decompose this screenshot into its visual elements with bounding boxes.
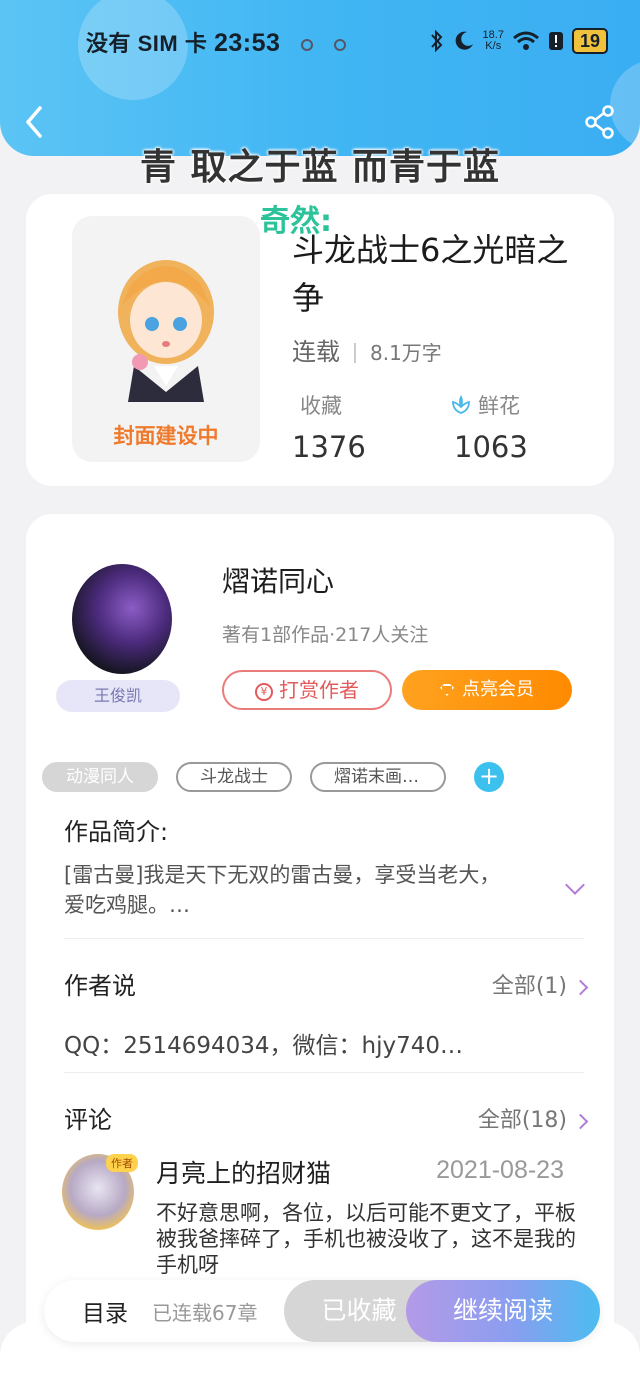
bluetooth-icon <box>430 29 442 53</box>
tag-item[interactable]: 斗龙战士 <box>176 762 292 792</box>
chevron-right-icon <box>572 979 589 995</box>
chevron-right-icon <box>572 1113 589 1129</box>
intro-title: 作品简介: <box>64 818 169 846</box>
comment-text[interactable]: 不好意思啊，各位，以后可能不更文了，平板被我爸摔碎了，手机也被没收了，这不是我的… <box>156 1200 576 1278</box>
detail-card: 王俊凯 熠诺同心 著有1部作品·217人关注 ¥ 打赏作者 点亮会员 动漫同人 斗… <box>26 514 614 1387</box>
book-title: 斗龙战士6之光暗之争 <box>292 231 569 317</box>
cover-illustration <box>118 260 214 402</box>
tag-item[interactable]: 动漫同人 <box>42 762 158 792</box>
author-says-title: 作者说 <box>64 972 136 1000</box>
serial-status: 连载 <box>292 338 340 366</box>
status-bar: 没有 SIM 卡 23:53 18.7 K/s 19 <box>0 22 640 62</box>
net-speed-unit: K/s <box>485 40 502 52</box>
flowers-stat[interactable]: 鲜花 <box>450 390 520 420</box>
floating-overlay-subtext: 奇然: <box>260 204 332 239</box>
carrier-text: 没有 SIM 卡 <box>86 31 208 56</box>
flowers-count: 1063 <box>454 430 528 464</box>
author-avatar[interactable] <box>72 564 172 674</box>
commenter-badge: 作者 <box>106 1154 138 1172</box>
author-name[interactable]: 熠诺同心 <box>222 560 334 600</box>
favorites-count: 1376 <box>292 430 366 464</box>
expand-chevron-icon[interactable] <box>565 875 585 895</box>
favorites-label: 收藏 <box>300 394 342 418</box>
comments-all-link[interactable]: 全部(18) <box>477 1102 589 1134</box>
diamond-icon <box>440 684 454 696</box>
author-badge: 王俊凯 <box>56 680 180 712</box>
battery-icon: 19 <box>571 28 608 54</box>
author-says-text: QQ：2514694034，微信：hjy740… <box>64 1033 464 1059</box>
sync-icon <box>301 39 314 52</box>
divider <box>64 938 584 939</box>
cover-placeholder-text: 封面建设中 <box>113 424 219 448</box>
tag-list: 动漫同人 斗龙战士 熠诺末画… + <box>42 762 504 792</box>
net-speed: 18.7 K/s <box>483 30 504 52</box>
book-cover[interactable]: 封面建设中 <box>72 216 260 462</box>
tip-author-button[interactable]: ¥ 打赏作者 <box>222 670 392 710</box>
commenter-name[interactable]: 月亮上的招财猫 <box>156 1154 331 1190</box>
floating-overlay-text: 青 取之于蓝 而青于蓝 <box>139 147 501 188</box>
divider <box>64 1072 584 1073</box>
yen-icon: ¥ <box>255 682 273 701</box>
bottom-action-bar: 目录 已连载67章 已收藏 继续阅读 <box>44 1280 600 1342</box>
alert-icon <box>548 32 563 50</box>
add-tag-button[interactable]: + <box>474 762 504 792</box>
chapter-count: 已连载67章 <box>152 1301 258 1325</box>
flower-icon <box>452 394 470 414</box>
vip-button[interactable]: 点亮会员 <box>402 670 572 710</box>
comment-date: 2021-08-23 <box>436 1156 564 1184</box>
status-right: 18.7 K/s 19 <box>429 28 608 54</box>
moon-icon <box>455 31 473 50</box>
toc-button[interactable]: 目录 <box>82 1294 128 1328</box>
divider <box>354 343 356 363</box>
share-button[interactable] <box>584 104 616 140</box>
comments-title: 评论 <box>64 1106 112 1134</box>
wifi-icon <box>513 31 539 50</box>
flowers-label: 鲜花 <box>478 394 520 418</box>
favorited-label: 已收藏 <box>321 1296 397 1325</box>
clock: 23:53 <box>213 29 281 57</box>
tag-item[interactable]: 熠诺末画… <box>310 762 446 792</box>
book-status-row: 连载 8.1万字 <box>292 332 442 367</box>
author-meta: 著有1部作品·217人关注 <box>222 624 429 646</box>
tip-author-label: 打赏作者 <box>279 678 359 702</box>
vip-label: 点亮会员 <box>462 679 534 700</box>
status-left: 没有 SIM 卡 23:53 <box>86 26 346 58</box>
back-button[interactable] <box>22 104 46 140</box>
continue-reading-button[interactable]: 继续阅读 <box>406 1280 600 1342</box>
comments-link-label: 全部(18) <box>477 1108 567 1133</box>
intro-text[interactable]: [雷古曼]我是天下无双的雷古曼，享受当老大，爱吃鸡腿。… <box>64 860 514 920</box>
word-count: 8.1万字 <box>370 341 442 365</box>
author-says-all-link[interactable]: 全部(1) <box>491 968 589 1000</box>
author-says-link-label: 全部(1) <box>491 974 567 999</box>
location-icon <box>333 39 346 52</box>
header: 没有 SIM 卡 23:53 18.7 K/s 19 <box>0 0 640 156</box>
